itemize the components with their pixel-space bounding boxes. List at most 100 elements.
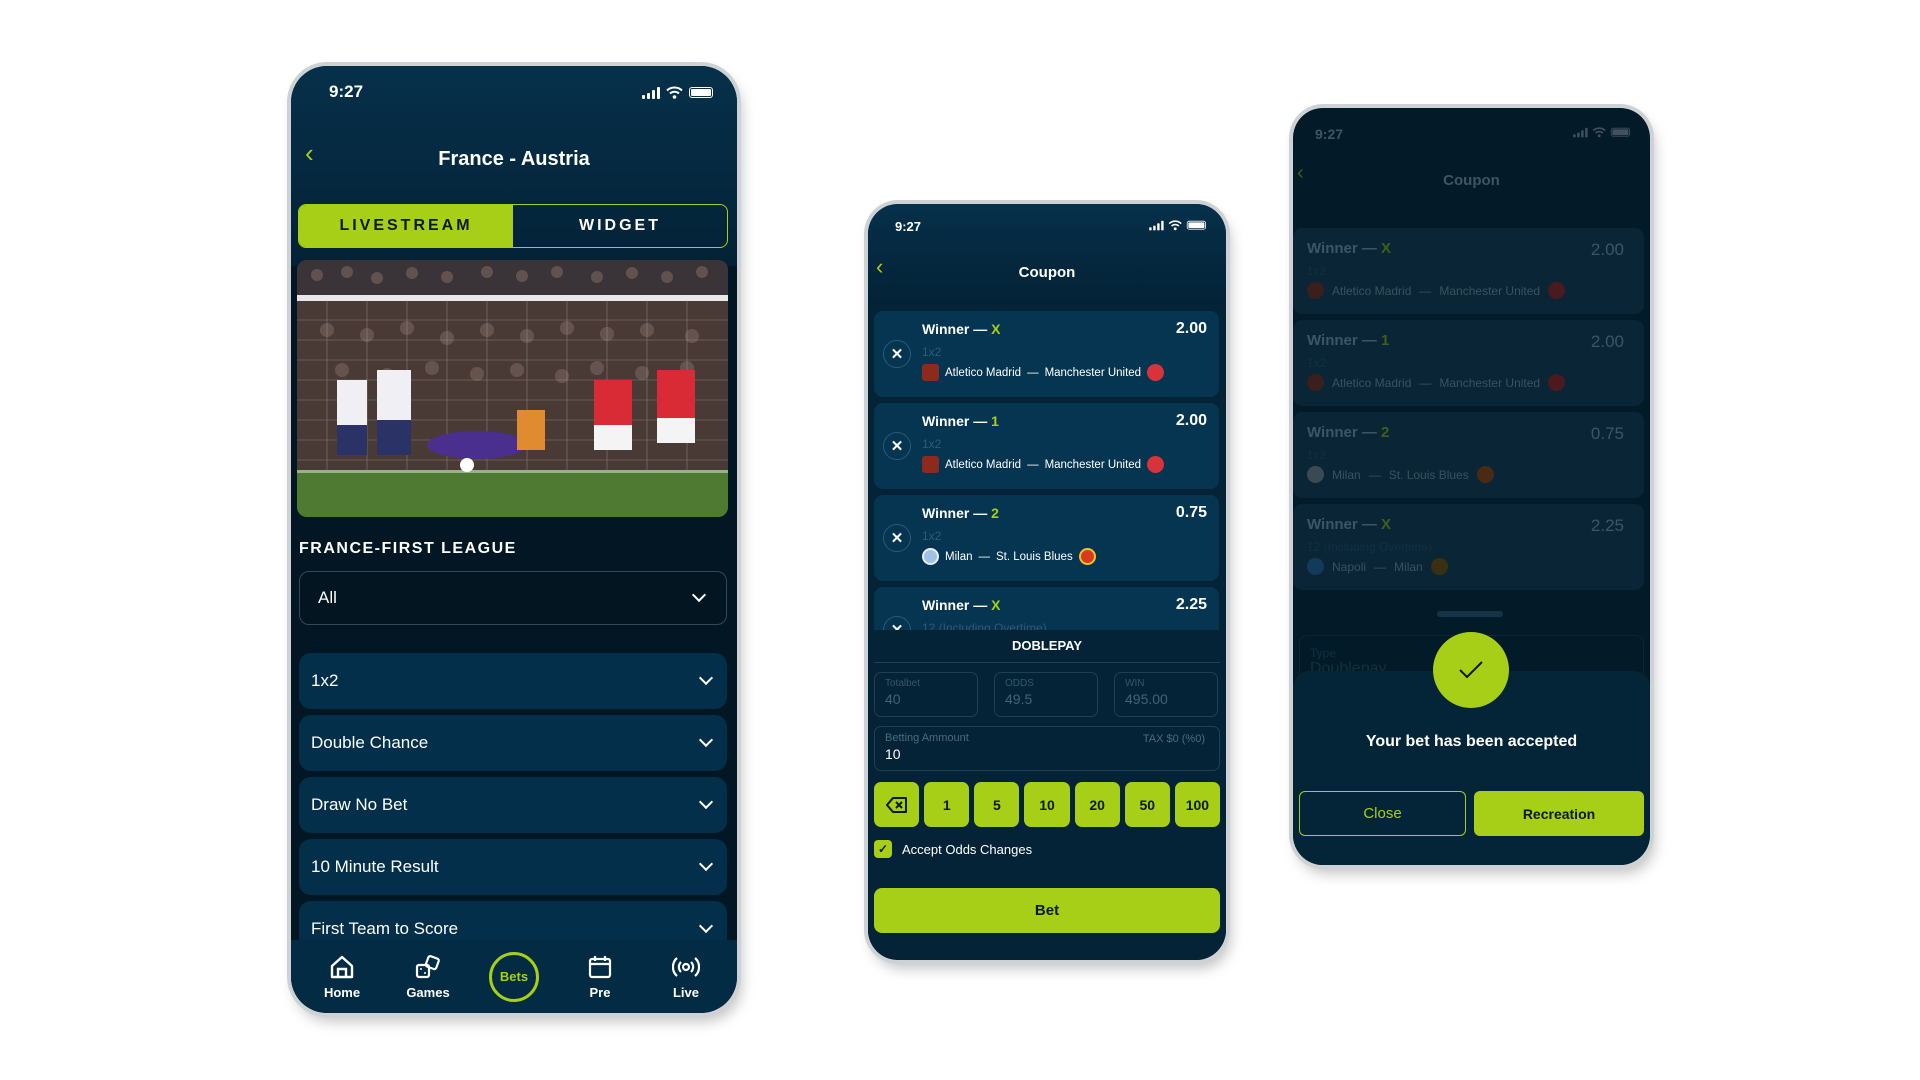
bet-type: 1x2 xyxy=(922,529,942,543)
page-title: Coupon xyxy=(1443,172,1500,189)
nav-bets[interactable]: Bets xyxy=(484,951,544,1002)
totalbet-box: Totalbet 40 xyxy=(874,672,978,717)
nav-home[interactable]: Home xyxy=(312,953,372,1000)
bet-odd: 2.00 xyxy=(1175,320,1207,337)
wifi-icon xyxy=(1592,127,1606,138)
nav-label: Games xyxy=(406,985,450,1000)
amount-key-10[interactable]: 10 xyxy=(1024,782,1070,827)
status-time: 9:27 xyxy=(329,82,364,101)
market-label: Double Chance xyxy=(311,733,429,752)
market-row-double-chance[interactable]: Double Chance xyxy=(299,715,727,771)
recreation-button[interactable]: Recreation xyxy=(1474,791,1644,836)
sheet-handle[interactable] xyxy=(1437,611,1503,617)
home-icon xyxy=(330,955,354,979)
bet-market: Winner — X xyxy=(922,597,1001,613)
bets-button[interactable]: Bets xyxy=(489,951,539,1002)
bet-card: Winner — 2 0.75 1x2 Milan — St. Louis Blue… xyxy=(1293,412,1644,498)
nav-label: Live xyxy=(672,985,699,1000)
away-team-crest-icon xyxy=(1476,466,1494,483)
bet-odd: 2.00 xyxy=(1175,412,1207,429)
filter-value: All xyxy=(318,588,337,607)
away-team-crest-icon xyxy=(1548,282,1566,299)
amount-key-20[interactable]: 20 xyxy=(1074,782,1120,827)
signal-icon xyxy=(1149,220,1164,230)
market-row-10-minute-result[interactable]: 10 Minute Result xyxy=(299,839,727,895)
match-screen: 9:27 ‹ France - Austria LIVESTREAM WIDGE… xyxy=(291,66,737,1013)
away-team-crest-icon xyxy=(1147,364,1165,381)
bet-card: Winner — X 2.00 1x2 Atletico Madrid — Manc… xyxy=(1293,228,1644,314)
tab-livestream[interactable]: LIVESTREAM xyxy=(299,205,513,247)
home-team-crest-icon xyxy=(922,456,939,473)
home-team-crest-icon xyxy=(1307,282,1324,299)
bet-teams: Milan — St. Louis Blues xyxy=(922,548,1096,565)
league-title: FRANCE-FIRST LEAGUE xyxy=(299,540,517,557)
quick-amount-keys: 1 5 10 20 50 100 xyxy=(874,782,1220,827)
bet-type: 1x2 xyxy=(922,345,942,359)
backspace-button[interactable] xyxy=(874,782,920,827)
bet-card: ✕ Winner — 1 2.00 1x2 Atletico Madrid — Ma… xyxy=(874,403,1219,489)
status-time: 9:27 xyxy=(895,219,922,234)
status-icons xyxy=(642,86,713,99)
bet-card: ✕ Winner — 2 0.75 1x2 Milan — St. Louis Bl… xyxy=(874,495,1219,581)
nav-pre[interactable]: Pre xyxy=(570,953,630,1000)
close-button[interactable]: Close xyxy=(1299,791,1466,836)
market-label: 10 Minute Result xyxy=(311,857,439,876)
nav-games[interactable]: Games xyxy=(398,953,458,1000)
bet-card: ✕ Winner — X 2.00 1x2 Atletico Madrid — Ma… xyxy=(874,311,1219,397)
signal-icon xyxy=(642,86,660,99)
win-value: 495.00 xyxy=(1125,691,1168,707)
remove-bet-button[interactable]: ✕ xyxy=(883,432,911,460)
divider xyxy=(874,662,1220,663)
totalbet-label: Totalbet xyxy=(885,678,921,689)
home-team-crest-icon xyxy=(1307,558,1324,575)
battery-icon xyxy=(1186,220,1206,230)
success-message: Your bet has been accepted xyxy=(1365,733,1578,750)
odds-box: ODDS 49.5 xyxy=(994,672,1098,717)
battery-icon xyxy=(1610,127,1630,137)
tax-label: TAX $0 (%0) xyxy=(1142,733,1205,745)
home-team-crest-icon xyxy=(1307,466,1324,483)
amount-key-50[interactable]: 50 xyxy=(1124,782,1170,827)
accept-odds-row: ✓ Accept Odds Changes xyxy=(874,840,1032,858)
amount-key-5[interactable]: 5 xyxy=(974,782,1020,827)
signal-icon xyxy=(1573,127,1588,137)
bet-teams: Atletico Madrid — Manchester United xyxy=(922,456,1165,473)
amount-value[interactable]: 10 xyxy=(885,746,1209,762)
market-row-1x2[interactable]: 1x2 xyxy=(299,653,727,709)
market-label: Draw No Bet xyxy=(311,795,408,814)
nav-label: Home xyxy=(323,985,361,1000)
market-label: First Team to Score xyxy=(311,919,459,938)
market-filter-select[interactable]: All xyxy=(299,571,727,625)
remove-bet-button[interactable]: ✕ xyxy=(883,340,911,368)
livestream-video[interactable] xyxy=(297,260,728,517)
bet-odd: 2.25 xyxy=(1175,596,1207,613)
accept-odds-checkbox[interactable]: ✓ xyxy=(874,840,892,858)
wifi-icon xyxy=(666,86,683,99)
remove-bet-button[interactable]: ✕ xyxy=(883,524,911,552)
betting-amount-field[interactable]: Betting Ammount TAX $0 (%0) 10 xyxy=(874,726,1220,771)
wifi-icon xyxy=(1168,220,1182,231)
bet-odd: 0.75 xyxy=(1175,504,1207,521)
status-icons xyxy=(1573,127,1630,138)
nav-live[interactable]: Live xyxy=(656,953,716,1000)
bet-card: Winner — X 2.25 12 (Including Overtime) … xyxy=(1293,504,1644,590)
status-time: 9:27 xyxy=(1315,126,1344,142)
amount-key-1[interactable]: 1 xyxy=(924,782,970,827)
totalbet-value: 40 xyxy=(885,691,901,707)
market-label: 1x2 xyxy=(311,671,339,690)
page-title: Coupon xyxy=(1018,264,1076,281)
video-frame xyxy=(297,260,728,517)
bet-accepted-screen: 9:27 ‹ Coupon Winner — X 2.00 1x2 Atleti… xyxy=(1293,108,1650,865)
home-team-crest-icon xyxy=(922,548,939,565)
success-badge xyxy=(1433,632,1509,708)
bottom-nav: Home Games Bets Pre Live xyxy=(291,940,737,1013)
amount-key-100[interactable]: 100 xyxy=(1174,782,1220,827)
coupon-screen: 9:27 ‹ Coupon ✕ Winner — X 2.00 1x2 Atle… xyxy=(868,204,1226,960)
odds-value: 49.5 xyxy=(1005,691,1033,707)
bet-market: Winner — 2 xyxy=(922,505,999,521)
win-box: WIN 495.00 xyxy=(1114,672,1218,717)
market-row-draw-no-bet[interactable]: Draw No Bet xyxy=(299,777,727,833)
tab-widget[interactable]: WIDGET xyxy=(513,205,727,247)
checkmark-icon xyxy=(1459,661,1483,679)
bet-button[interactable]: Bet xyxy=(874,888,1220,933)
